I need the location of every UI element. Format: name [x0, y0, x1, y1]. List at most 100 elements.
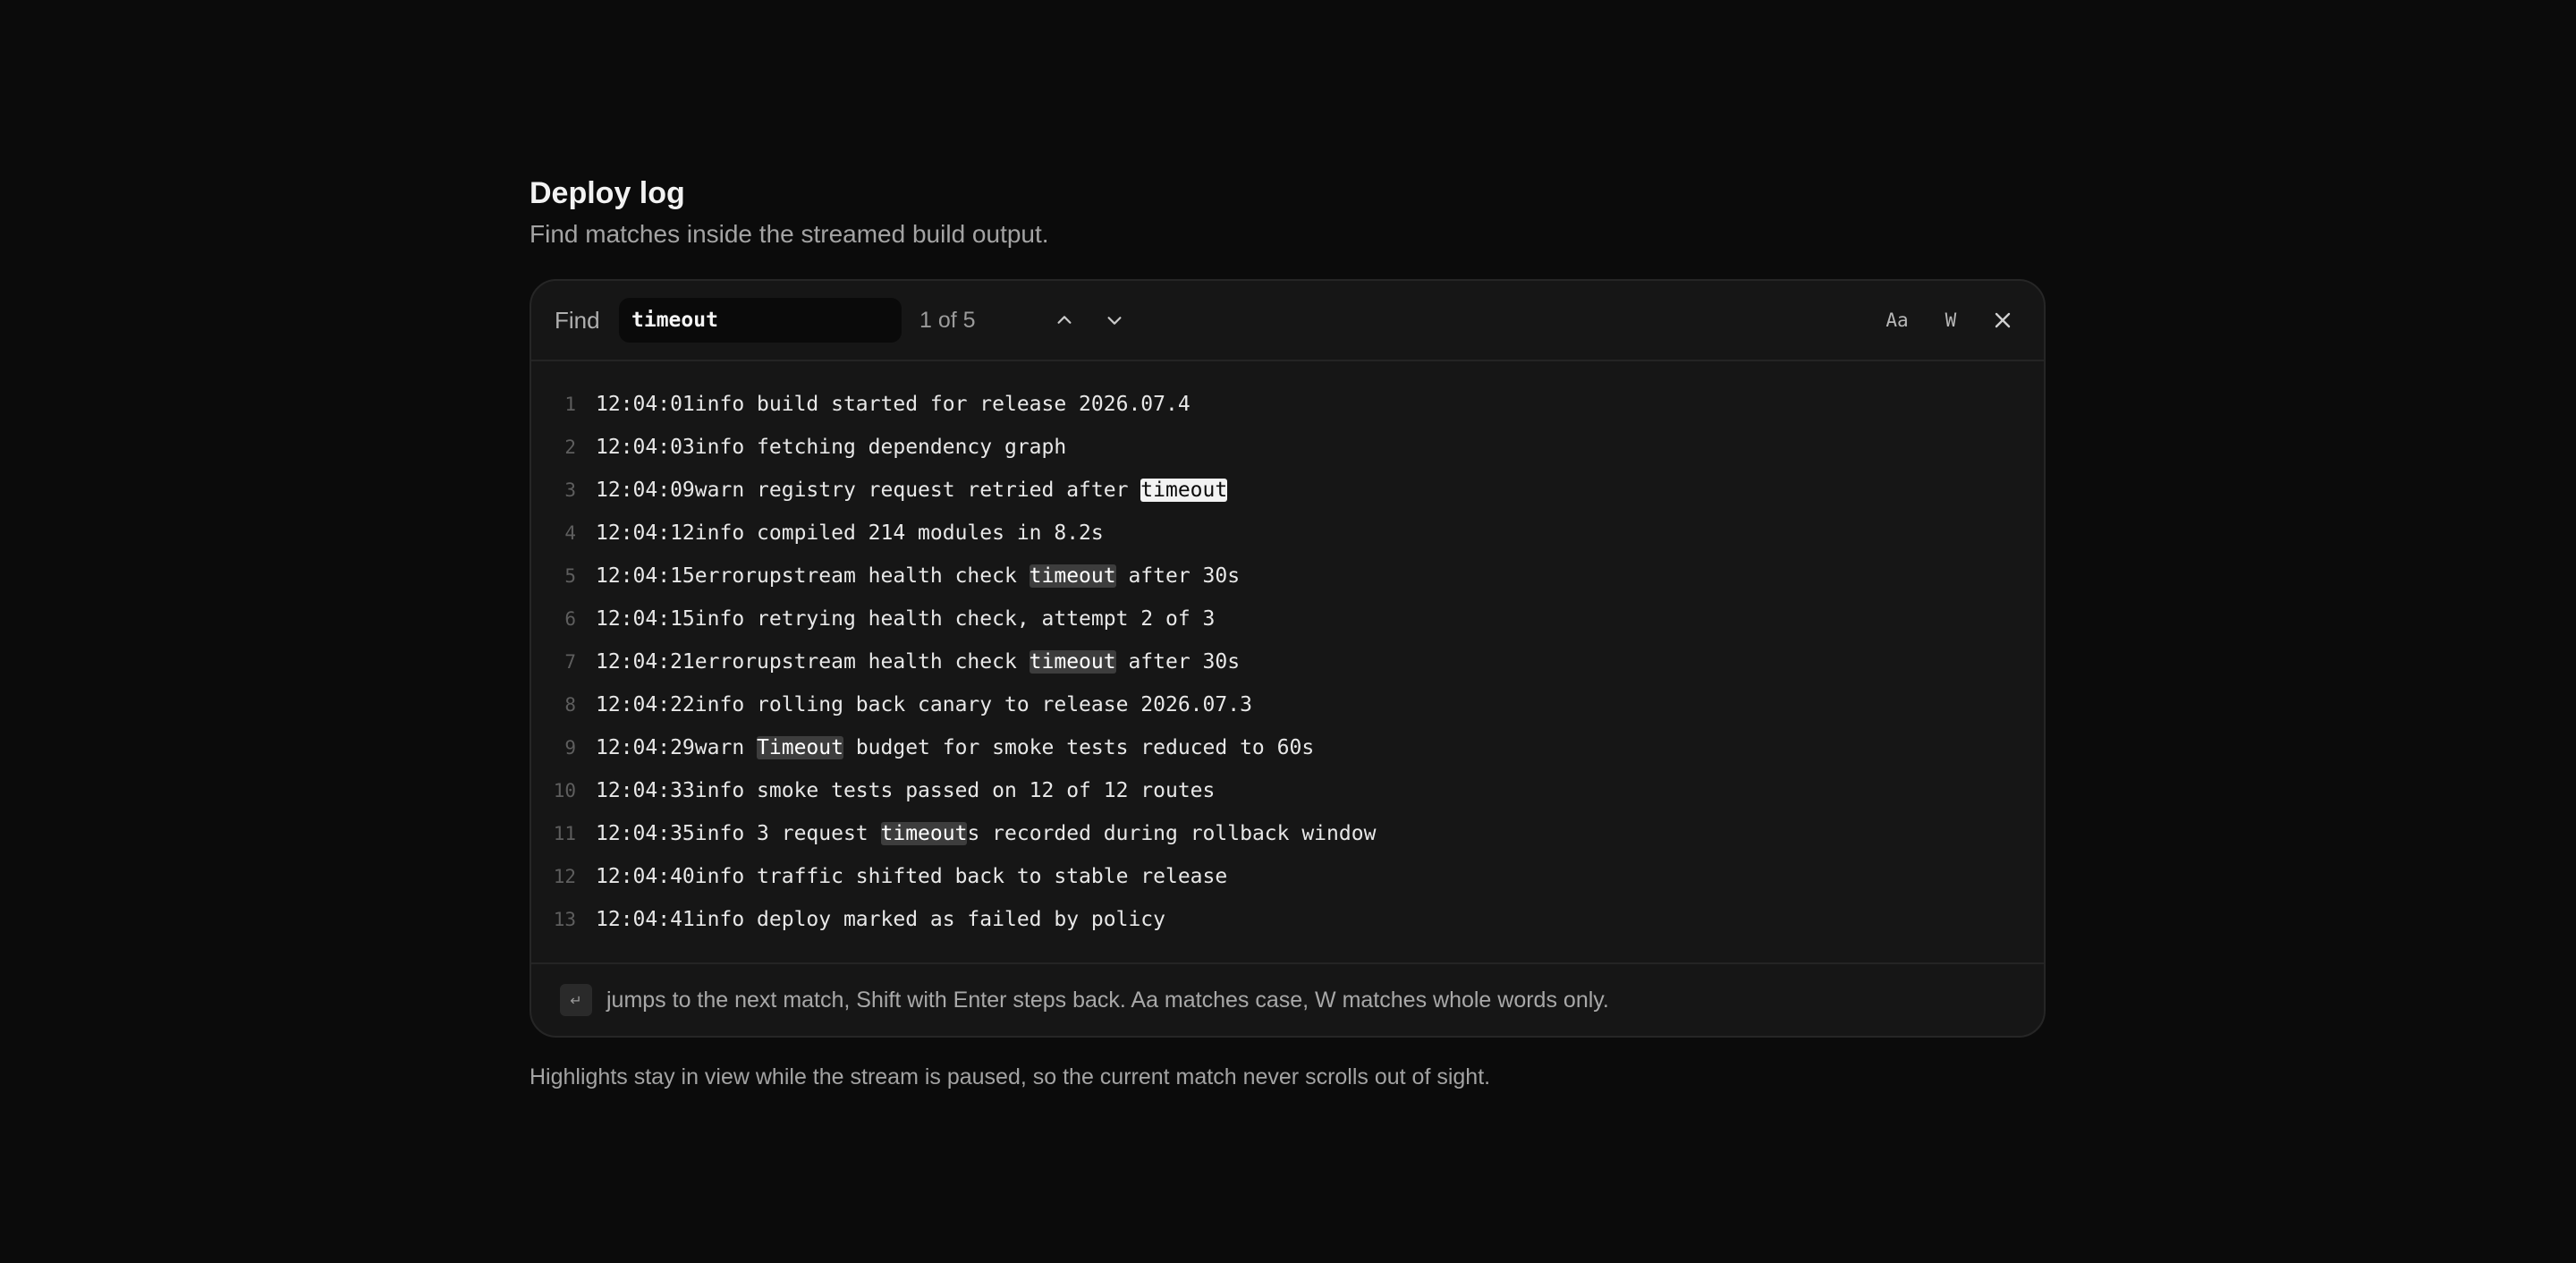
find-input[interactable]: [619, 298, 902, 343]
whole-word-toggle[interactable]: W: [1931, 301, 1970, 340]
chevron-up-icon: [1057, 316, 1072, 324]
log-text: fetching dependency graph: [757, 436, 1067, 459]
page-title: Deploy log: [530, 176, 685, 210]
line-number: 2: [564, 437, 576, 458]
log-timestamp: 12:04:12: [596, 521, 695, 545]
log-line: 2 12:04:03 info fetching dependency graph: [531, 426, 2044, 469]
log-timestamp: 12:04:41: [596, 908, 695, 931]
log-line: 6 12:04:15 info retrying health check, at…: [531, 598, 2044, 640]
match-highlight: Timeout: [757, 736, 843, 759]
log-message: traffic shifted back to stable release: [757, 865, 1227, 888]
log-text: s recorded during rollback window: [967, 822, 1377, 845]
match-count: 1 of 5: [919, 307, 976, 333]
log-level: info: [694, 607, 758, 631]
line-number: 8: [564, 694, 576, 716]
log-timestamp: 12:04:01: [596, 393, 695, 416]
log-message: upstream health check timeout after 30s: [757, 564, 1240, 588]
find-label: Find: [555, 306, 600, 334]
log-text: upstream health check: [757, 650, 1030, 674]
line-number: 5: [564, 565, 576, 587]
log-line: 4 12:04:12 info compiled 214 modules in 8…: [531, 512, 2044, 555]
log-level: error: [694, 564, 758, 588]
log-text: registry request retried after: [757, 479, 1141, 502]
log-text: 3 request: [757, 822, 881, 845]
match-highlight: timeout: [1029, 564, 1116, 588]
log-message: registry request retried after timeout: [757, 479, 1228, 502]
match-highlight: timeout: [880, 822, 968, 845]
log-text: upstream health check: [757, 564, 1030, 588]
log-level: warn: [694, 736, 758, 759]
page-subtitle: Find matches inside the streamed build o…: [530, 220, 1049, 248]
log-line: 11 12:04:35 info 3 request timeouts recor…: [531, 812, 2044, 855]
log-level: info: [694, 908, 758, 931]
log-timestamp: 12:04:15: [596, 607, 695, 631]
next-match-button[interactable]: [1095, 301, 1134, 340]
log-message: build started for release 2026.07.4: [757, 393, 1191, 416]
log-level: info: [694, 436, 758, 459]
log-line: 3 12:04:09 warn registry request retried …: [531, 469, 2044, 512]
hint-text: jumps to the next match, Shift with Ente…: [606, 987, 1609, 1013]
log-level: info: [694, 822, 758, 845]
chevron-down-icon: [1107, 317, 1122, 325]
line-number: 1: [564, 394, 576, 415]
log-level: info: [694, 693, 758, 716]
log-line: 1 12:04:01 info build started for release…: [531, 383, 2044, 426]
log-timestamp: 12:04:15: [596, 564, 695, 588]
line-number: 12: [553, 866, 576, 887]
log-text: smoke tests passed on 12 of 12 routes: [757, 779, 1216, 802]
close-icon: [1995, 312, 2011, 328]
log-level: info: [694, 521, 758, 545]
log-line: 10 12:04:33 info smoke tests passed on 12…: [531, 769, 2044, 812]
log-text: after 30s: [1115, 564, 1241, 588]
match-case-toggle[interactable]: Aa: [1877, 301, 1917, 340]
log-message: smoke tests passed on 12 of 12 routes: [757, 779, 1215, 802]
log-level: info: [694, 393, 758, 416]
log-level: error: [694, 650, 758, 674]
line-number: 9: [564, 737, 576, 759]
log-text: retrying health check, attempt 2 of 3: [757, 607, 1216, 631]
log-text: build started for release 2026.07.4: [757, 393, 1191, 416]
log-text: traffic shifted back to stable release: [757, 865, 1228, 888]
log-message: fetching dependency graph: [757, 436, 1066, 459]
line-number: 6: [564, 608, 576, 630]
line-number: 4: [564, 522, 576, 544]
close-find-button[interactable]: [1983, 301, 2022, 340]
log-text: deploy marked as failed by policy: [757, 908, 1165, 931]
log-message: Timeout budget for smoke tests reduced t…: [757, 736, 1314, 759]
log-line: 13 12:04:41 info deploy marked as failed …: [531, 898, 2044, 941]
line-number: 11: [553, 823, 576, 844]
footnote: Highlights stay in view while the stream…: [530, 1064, 1491, 1089]
log-timestamp: 12:04:22: [596, 693, 695, 716]
log-text: after 30s: [1115, 650, 1241, 674]
log-message: upstream health check timeout after 30s: [757, 650, 1240, 674]
enter-key-icon: ↵: [560, 984, 592, 1016]
current-match-highlight: timeout: [1140, 479, 1228, 502]
line-number: 7: [564, 651, 576, 673]
log-text: compiled 214 modules in 8.2s: [757, 521, 1104, 545]
log-line: 9 12:04:29 warn Timeout budget for smoke …: [531, 726, 2044, 769]
log-message: rolling back canary to release 2026.07.3: [757, 693, 1252, 716]
line-number: 10: [553, 780, 576, 801]
log-timestamp: 12:04:21: [596, 650, 695, 674]
line-number: 3: [564, 479, 576, 501]
find-bar: Find 1 of 5 Aa W: [531, 281, 2044, 361]
previous-match-button[interactable]: [1045, 301, 1084, 340]
log-text: budget for smoke tests reduced to 60s: [843, 736, 1315, 759]
log-level: info: [694, 865, 758, 888]
log-timestamp: 12:04:03: [596, 436, 695, 459]
log-message: deploy marked as failed by policy: [757, 908, 1165, 931]
line-number: 13: [553, 909, 576, 930]
log-viewer-panel: Find 1 of 5 Aa W 1 12:04:01 info build st…: [530, 279, 2046, 1038]
log-line: 5 12:04:15 error upstream health check ti…: [531, 555, 2044, 598]
log-level: warn: [694, 479, 758, 502]
log-message: 3 request timeouts recorded during rollb…: [757, 822, 1376, 845]
keyboard-hint: ↵ jumps to the next match, Shift with En…: [531, 964, 2044, 1036]
log-timestamp: 12:04:29: [596, 736, 695, 759]
log-timestamp: 12:04:09: [596, 479, 695, 502]
log-timestamp: 12:04:40: [596, 865, 695, 888]
log-text: rolling back canary to release 2026.07.3: [757, 693, 1252, 716]
log-line: 7 12:04:21 error upstream health check ti…: [531, 640, 2044, 683]
match-highlight: timeout: [1029, 650, 1116, 674]
log-message: compiled 214 modules in 8.2s: [757, 521, 1104, 545]
deploy-log-section: Deploy log Find matches inside the strea…: [530, 172, 2046, 1093]
